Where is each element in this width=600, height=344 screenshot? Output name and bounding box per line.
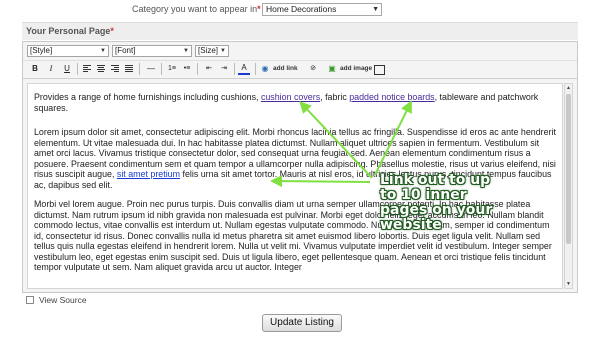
link-cushion-covers[interactable]: cushion covers [261,92,320,102]
align-center-icon[interactable] [97,65,105,73]
chevron-down-icon: ▼ [372,6,379,13]
scroll-up-icon[interactable]: ▲ [565,84,572,92]
editor-toolbar-dropdowns: [Style] ▼ [Font] ▼ [Size] ▼ [23,42,577,61]
chevron-down-icon: ▼ [183,48,189,54]
category-selected-value: Home Decorations [266,4,337,14]
font-dropdown[interactable]: [Font] ▼ [112,45,192,57]
unlink-icon[interactable]: ⊘ [307,63,319,75]
globe-link-icon[interactable]: ◉ [259,63,271,75]
category-select[interactable]: Home Decorations ▼ [262,3,382,16]
editor-toolbar-formatting: B I U — 1≡ •≡ ⇤ ⇥ A ◉ add link ⊘ ▣ add i… [23,60,577,79]
outdent-icon[interactable]: ⇤ [203,63,215,75]
add-image-label[interactable]: add image [340,65,372,72]
add-image-icon[interactable]: ▣ [326,63,338,75]
toolbar-divider [197,63,198,75]
text-color-icon[interactable]: A [238,63,250,75]
scrollbar-thumb[interactable] [566,94,571,244]
update-listing-button[interactable]: Update Listing [262,314,342,332]
callout-text: Link out to up to 10 inner pages on your… [380,172,493,233]
view-source-label[interactable]: View Source [39,295,87,305]
rich-text-editor: [Style] ▼ [Font] ▼ [Size] ▼ B I U — 1≡ •≡ ⇤… [22,41,578,293]
category-row: Category you want to appear in* Home Dec… [0,0,600,18]
scroll-down-icon[interactable]: ▼ [565,280,572,288]
align-justify-icon[interactable] [125,65,133,73]
chevron-down-icon: ▼ [220,48,226,54]
bold-button[interactable]: B [29,63,41,75]
toolbar-divider [161,63,162,75]
category-label: Category you want to appear in* [132,4,261,14]
indent-icon[interactable]: ⇥ [218,63,230,75]
personal-page-label: Your Personal Page* [26,26,114,36]
ordered-list-icon[interactable]: 1≡ [166,63,178,75]
toolbar-divider [255,63,256,75]
toolbar-divider [77,63,78,75]
toolbar-divider [234,63,235,75]
chevron-down-icon: ▼ [100,48,106,54]
editor-scrollbar[interactable]: ▲ ▼ [564,83,573,289]
size-dropdown[interactable]: [Size] ▼ [195,45,229,57]
style-dropdown[interactable]: [Style] ▼ [27,45,109,57]
underline-button[interactable]: U [61,63,73,75]
personal-page-header: Your Personal Page* [22,22,578,40]
align-right-icon[interactable] [111,65,119,73]
align-left-icon[interactable] [83,65,91,73]
view-source-checkbox[interactable] [26,296,34,304]
link-padded-notice-boards[interactable]: padded notice boards [349,92,434,102]
fullscreen-icon[interactable] [374,65,385,75]
italic-button[interactable]: I [45,63,57,75]
link-sit-amet-pretium[interactable]: sit amet pretium [117,169,180,179]
content-paragraph-1: Provides a range of home furnishings inc… [34,92,539,113]
unordered-list-icon[interactable]: •≡ [181,63,193,75]
horizontal-rule-icon[interactable]: — [145,63,157,75]
toolbar-divider [139,63,140,75]
add-link-label[interactable]: add link [273,65,298,72]
